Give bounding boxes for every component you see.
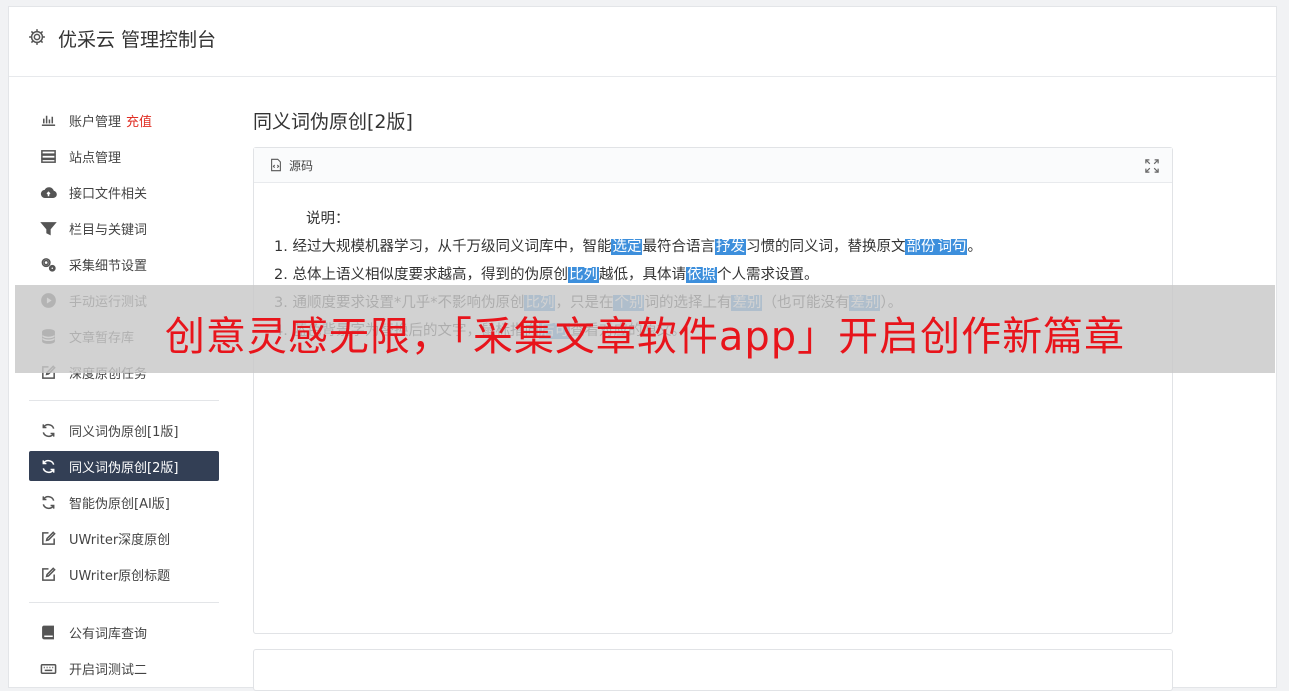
source-code-icon[interactable] xyxy=(269,158,283,172)
sidebar-item-label: 站点管理 xyxy=(69,150,122,166)
sidebar-divider xyxy=(29,400,219,401)
keyboard-icon xyxy=(39,659,57,677)
edit-icon xyxy=(39,565,57,583)
sidebar-item-label: 公有词库查询 xyxy=(69,626,148,642)
sidebar-item[interactable]: 账户管理 充值 xyxy=(29,102,219,138)
instruction-text: 2. 总体上语义相似度要求越高，得到的伪原创 xyxy=(274,267,568,283)
promo-banner: 创意灵感无限，「采集文章软件app」开启创作新篇章 xyxy=(15,285,1275,373)
sidebar-item-label: 账户管理 xyxy=(69,114,122,130)
sidebar-item[interactable]: 同义词伪原创[2版] xyxy=(29,451,219,481)
sidebar-item-label: 同义词伪原创[1版] xyxy=(69,424,179,440)
source-editor[interactable]: 源码 说明： 1. 经过大规模机器学习，从千万级同义词库中，智能选定最符合语言抒… xyxy=(253,147,1173,634)
gear-icon xyxy=(29,29,45,45)
top-bar: 优采云 管理控制台 xyxy=(9,7,1276,77)
refresh-icon xyxy=(39,493,57,511)
sidebar-item-label: UWriter深度原创 xyxy=(69,532,171,548)
sidebar-item[interactable]: 开启词测试二 xyxy=(29,650,219,686)
replaced-word[interactable]: 部份 xyxy=(905,239,937,255)
edit-icon xyxy=(39,529,57,547)
sidebar-item[interactable]: UWriter原创标题 xyxy=(29,556,219,592)
sidebar-item[interactable]: 同义词伪原创[1版] xyxy=(29,412,219,448)
bar-chart-icon xyxy=(39,111,57,129)
server-icon xyxy=(39,147,57,165)
sidebar-item[interactable]: 智能伪原创[AI版] xyxy=(29,484,219,520)
sidebar-item-label: UWriter原创标题 xyxy=(69,568,171,584)
app-title: 优采云 管理控制台 xyxy=(58,29,217,51)
instruction-text: 1. 经过大规模机器学习，从千万级同义词库中，智能 xyxy=(274,239,612,255)
refresh-icon xyxy=(39,457,57,475)
instruction-text: 越低，具体请 xyxy=(598,267,686,283)
sidebar-item[interactable]: UWriter深度原创 xyxy=(29,520,219,556)
refresh-icon xyxy=(39,421,57,439)
sidebar-item[interactable]: 栏目与关键词 xyxy=(29,210,219,246)
replaced-word[interactable]: 抒发 xyxy=(714,239,746,255)
promo-banner-text: 创意灵感无限，「采集文章软件app」开启创作新篇章 xyxy=(164,314,1126,360)
cloud-upload-icon xyxy=(39,183,57,201)
sidebar-item[interactable]: 采集细节设置 xyxy=(29,246,219,282)
replaced-word[interactable]: 依照 xyxy=(685,267,717,283)
fullscreen-icon[interactable] xyxy=(1145,159,1159,173)
sidebar-divider xyxy=(29,602,219,603)
replaced-word[interactable]: 词句 xyxy=(936,239,968,255)
filter-icon xyxy=(39,219,57,237)
instruction-text: 。 xyxy=(967,239,982,255)
instruction-text: 最符合语言 xyxy=(642,239,715,255)
page-title: 同义词伪原创[2版] xyxy=(253,111,413,133)
sidebar-item-label: 栏目与关键词 xyxy=(69,222,148,238)
instruction-line: 1. 经过大规模机器学习，从千万级同义词库中，智能选定最符合语言抒发习惯的同义词… xyxy=(274,233,1172,261)
sidebar-item[interactable]: 站点管理 xyxy=(29,138,219,174)
replaced-word[interactable]: 比列 xyxy=(567,267,599,283)
sidebar-item-label: 同义词伪原创[2版] xyxy=(69,460,179,476)
sidebar-item[interactable]: 公有词库查询 xyxy=(29,614,219,650)
intro-label: 说明： xyxy=(306,211,350,227)
result-editor[interactable] xyxy=(253,649,1173,691)
sidebar-item-label: 采集细节设置 xyxy=(69,258,148,274)
editor-toolbar: 源码 xyxy=(254,148,1172,183)
source-button[interactable]: 源码 xyxy=(289,157,313,174)
instruction-text: 习惯的同义词，替换原文 xyxy=(745,239,906,255)
sidebar-item[interactable]: 接口文件相关 xyxy=(29,174,219,210)
sidebar-item-label: 智能伪原创[AI版] xyxy=(69,496,170,512)
sidebar-item-label: 开启词测试二 xyxy=(69,662,148,678)
sidebar-item-label: 接口文件相关 xyxy=(69,186,148,202)
replaced-word[interactable]: 选定 xyxy=(611,239,643,255)
recharge-link[interactable]: 充值 xyxy=(126,111,152,130)
book-icon xyxy=(39,623,57,641)
cogs-icon xyxy=(39,255,57,273)
instruction-text: 个人需求设置。 xyxy=(716,267,819,283)
sidebar-nav: 账户管理充值站点管理接口文件相关栏目与关键词采集细节设置手动运行测试文章暂存库深… xyxy=(29,102,219,686)
